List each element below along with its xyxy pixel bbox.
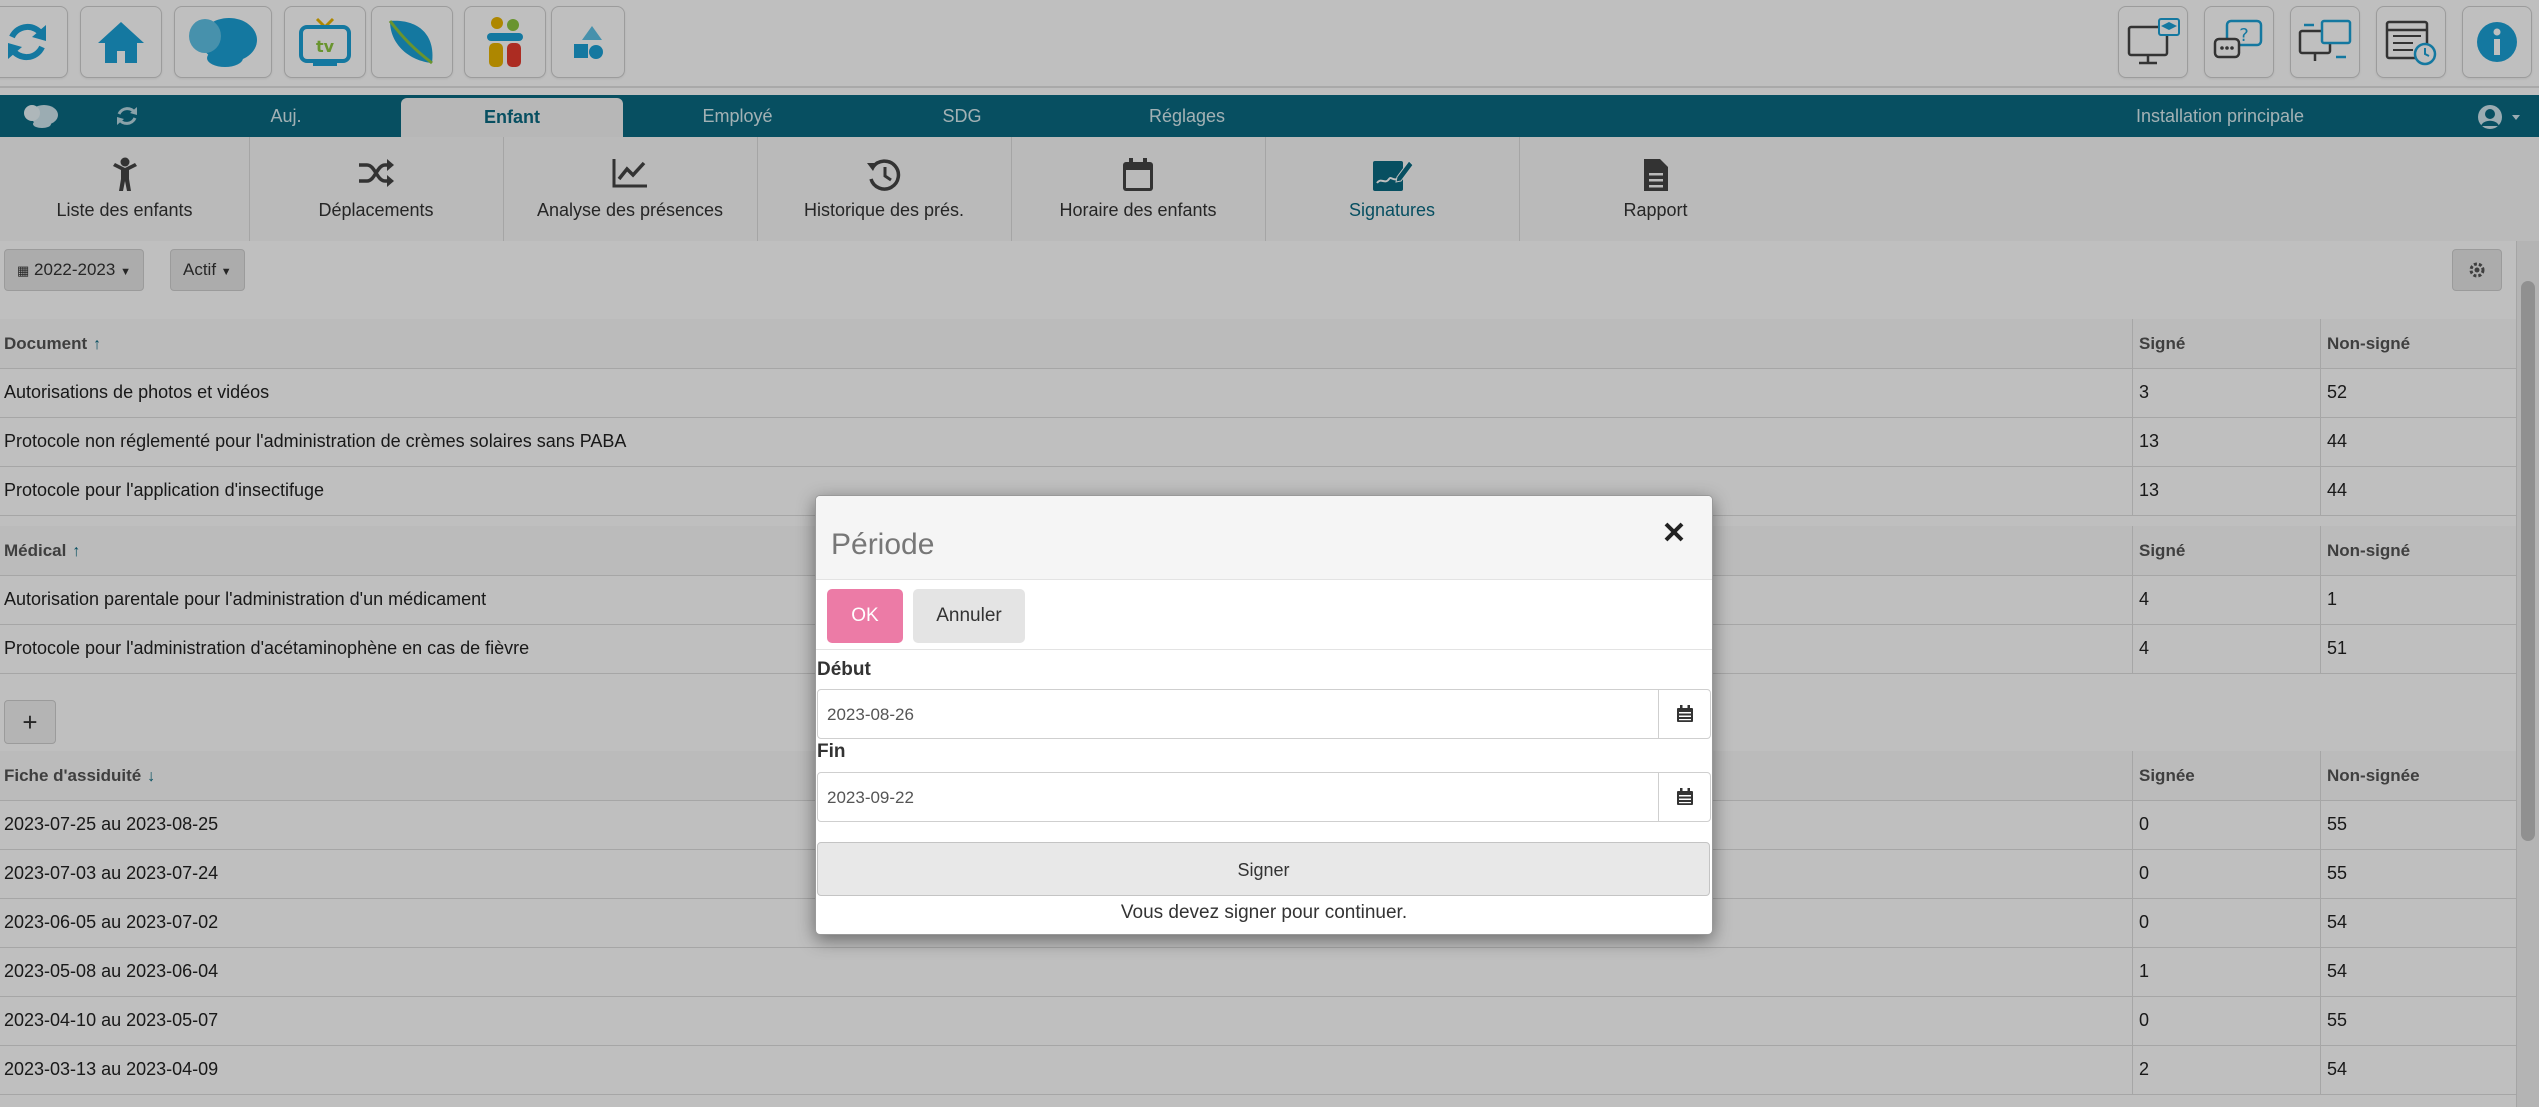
end-date-label: Fin: [817, 741, 846, 762]
start-date-picker-button[interactable]: [1658, 689, 1711, 739]
sign-required-message: Vous devez signer pour continuer.: [1120, 902, 1408, 923]
close-button[interactable]: [1656, 514, 1692, 550]
modal-title: Période: [831, 528, 935, 561]
modal-header: Période: [816, 496, 1712, 580]
period-modal: Période OK Annuler Début 2023-08-26 Fin …: [815, 495, 1713, 935]
modal-actions: OK Annuler: [816, 579, 1712, 650]
end-date-picker-button[interactable]: [1658, 772, 1711, 822]
start-date-label: Début: [817, 659, 871, 680]
calendar-icon: [1676, 788, 1693, 805]
close-icon: [1664, 522, 1684, 542]
cancel-button[interactable]: Annuler: [913, 589, 1025, 643]
sign-button[interactable]: Signer: [817, 842, 1710, 896]
end-date-input[interactable]: 2023-09-22: [817, 772, 1659, 822]
ok-button[interactable]: OK: [827, 589, 903, 643]
start-date-input[interactable]: 2023-08-26: [817, 689, 1659, 739]
calendar-icon: [1676, 705, 1693, 722]
